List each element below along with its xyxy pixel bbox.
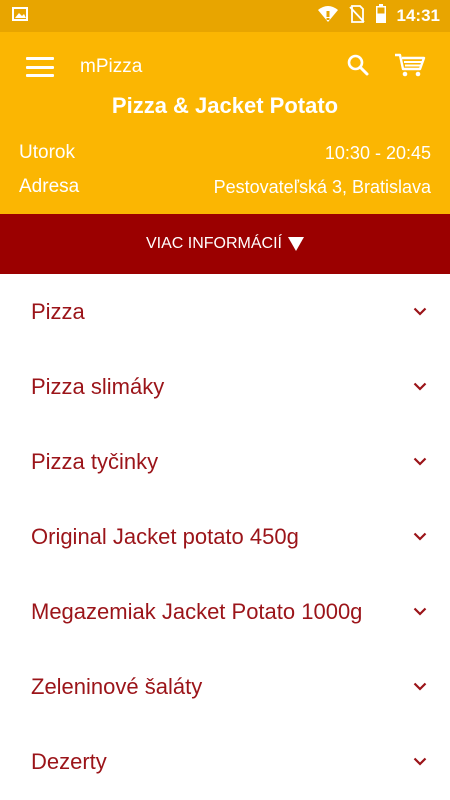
address-label: Adresa [19,176,80,197]
category-item[interactable]: Pizza slimáky [0,349,450,424]
restaurant-name: Pizza & Jacket Potato [111,93,339,118]
category-item[interactable]: Megazemiak Jacket Potato 1000g [0,574,450,649]
battery-icon [375,3,387,29]
category-item[interactable]: Zeleninové šaláty [0,649,450,724]
restaurant-header: mPizza Pizza & Jacket Potato Utorok 10:3… [0,32,450,214]
no-sim-icon [348,4,365,28]
category-item[interactable]: Dezerty [0,724,450,799]
chevron-down-icon [412,604,428,620]
status-bar: 14:31 [0,0,450,32]
search-button[interactable] [336,45,380,89]
category-label: Pizza slimáky [31,373,165,399]
triangle-down-icon [288,237,304,251]
cart-button[interactable] [388,45,432,89]
chevron-down-icon [412,454,428,470]
menu-icon[interactable] [26,57,54,77]
more-info-label: VIAC INFORMÁCIÍ [145,235,282,252]
address-value: Pestovateľská 3, Bratislava [213,176,431,197]
toolbar: mPizza [0,32,450,102]
chevron-down-icon [412,379,428,395]
wifi-icon [317,5,339,28]
app-title: mPizza [80,56,143,77]
more-info-button[interactable]: VIAC INFORMÁCIÍ [0,214,450,274]
chevron-down-icon [412,679,428,695]
chevron-down-icon [412,529,428,545]
status-time: 14:31 [396,6,440,25]
opening-hours: 10:30 - 20:45 [324,142,431,163]
category-label: Pizza [31,298,85,324]
app-screen: 14:31 mPizza Pizza & Jacket Potato Utoro… [0,0,450,800]
address-row: Adresa Pestovateľská 3, Bratislava [0,170,450,204]
category-label: Megazemiak Jacket Potato 1000g [31,598,363,624]
cart-icon [394,52,426,83]
chevron-down-icon [412,304,428,320]
category-label: Dezerty [31,748,107,774]
opening-hours-row: Utorok 10:30 - 20:45 [0,136,450,170]
category-item[interactable]: Pizza tyčinky [0,424,450,499]
category-item[interactable]: Pizza [0,274,450,349]
day-label: Utorok [19,142,75,163]
category-label: Zeleninové šaláty [31,673,203,699]
category-list: Pizza Pizza slimáky Pizza tyčinky Origin… [0,274,450,799]
search-icon [346,53,370,82]
image-icon [12,6,28,26]
chevron-down-icon [412,754,428,770]
category-label: Original Jacket potato 450g [31,523,299,549]
category-item[interactable]: Original Jacket potato 450g [0,499,450,574]
category-label: Pizza tyčinky [31,448,159,474]
